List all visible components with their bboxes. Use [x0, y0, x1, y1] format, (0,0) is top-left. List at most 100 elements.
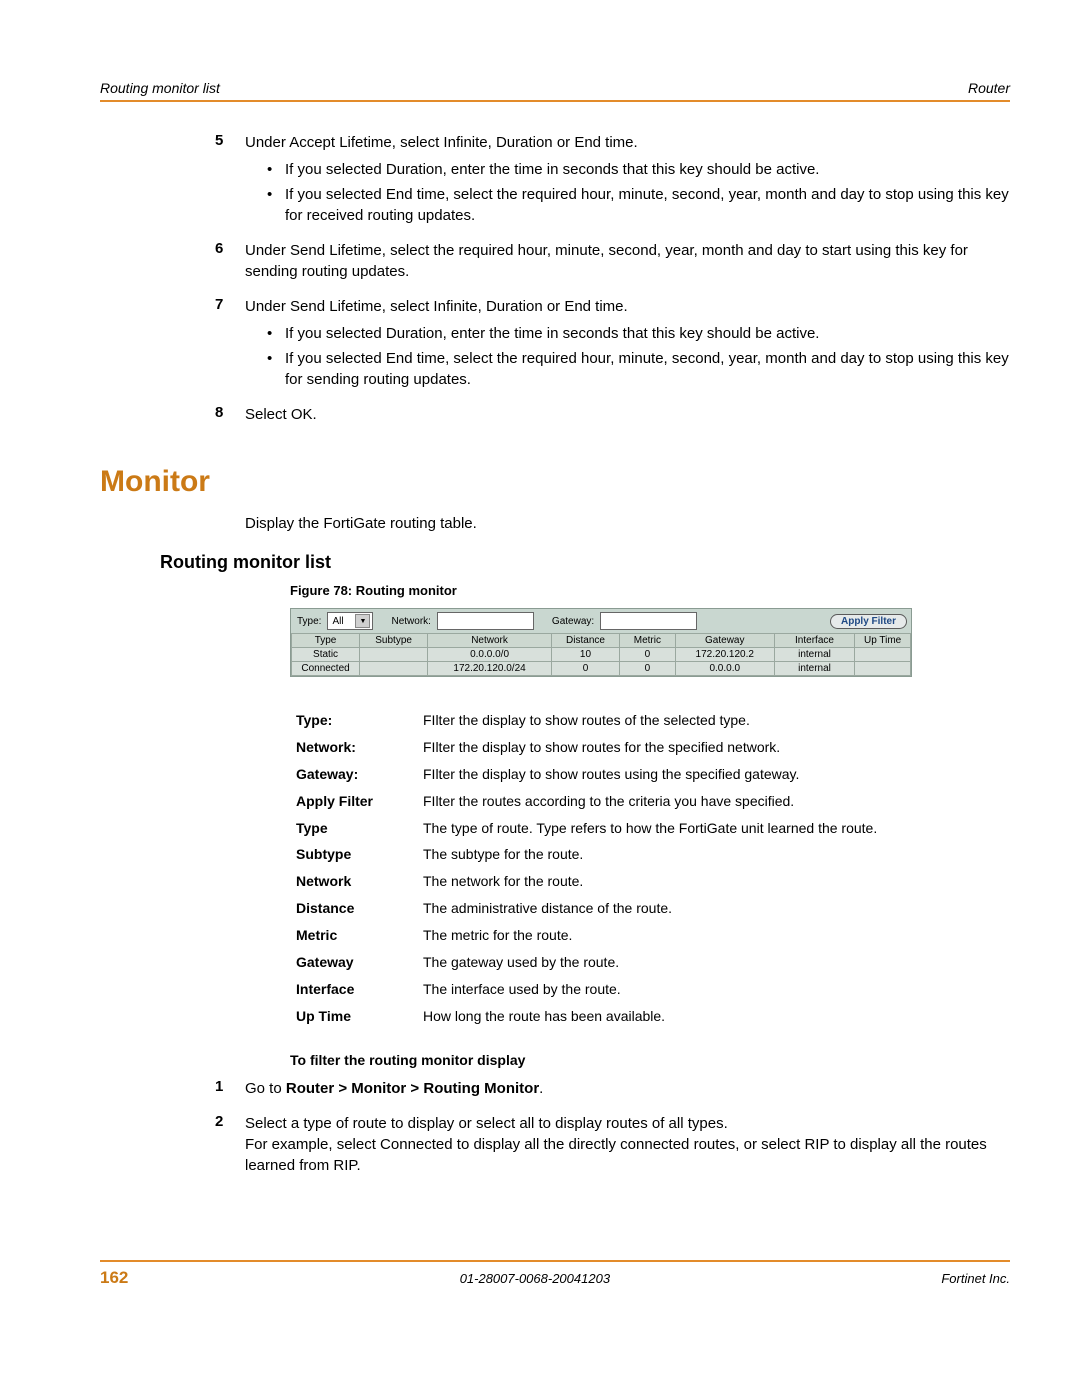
table-header-cell: Network	[428, 634, 552, 648]
definition-row: DistanceThe administrative distance of t…	[290, 895, 990, 922]
definition-description: The type of route. Type refers to how th…	[417, 815, 990, 842]
table-cell: 0.0.0.0	[675, 662, 774, 676]
subheading-routing-monitor-list: Routing monitor list	[160, 552, 1010, 573]
page-footer: 162 01-28007-0068-20041203 Fortinet Inc.	[100, 1262, 1010, 1288]
filter-gateway-label: Gateway:	[550, 616, 596, 627]
chevron-down-icon: ▼	[355, 614, 370, 628]
definition-row: TypeThe type of route. Type refers to ho…	[290, 815, 990, 842]
page-header: Routing monitor list Router	[100, 80, 1010, 96]
definition-term: Apply Filter	[290, 788, 417, 815]
definition-term: Interface	[290, 976, 417, 1003]
definition-row: Type:FIlter the display to show routes o…	[290, 707, 990, 734]
definition-row: Gateway:FIlter the display to show route…	[290, 761, 990, 788]
bullet-list: If you selected Duration, enter the time…	[245, 159, 1010, 226]
filter-type-select[interactable]: All ▼	[327, 612, 373, 630]
table-cell	[855, 648, 911, 662]
bullet-item: If you selected End time, select the req…	[267, 184, 1010, 226]
table-header-cell: Up Time	[855, 634, 911, 648]
definition-description: The administrative distance of the route…	[417, 895, 990, 922]
definition-description: How long the route has been available.	[417, 1003, 990, 1030]
definition-row: SubtypeThe subtype for the route.	[290, 841, 990, 868]
table-cell	[855, 662, 911, 676]
filter-gateway-input[interactable]	[600, 612, 697, 630]
step-text: Go to Router > Monitor > Routing Monitor…	[245, 1078, 1010, 1099]
step-text: Under Accept Lifetime, select Infinite, …	[245, 132, 1010, 153]
table-row: Static0.0.0.0/0100172.20.120.2internal	[292, 648, 911, 662]
filter-type-value: All	[332, 616, 343, 627]
step-number: 1	[215, 1078, 223, 1095]
filter-network-label: Network:	[389, 616, 432, 627]
table-cell: internal	[774, 648, 854, 662]
step-extra-text: For example, select Connected to display…	[245, 1134, 1010, 1176]
step-text: Select OK.	[245, 404, 1010, 425]
definition-description: FIlter the display to show routes for th…	[417, 734, 990, 761]
bullet-item: If you selected Duration, enter the time…	[267, 159, 1010, 180]
table-header-cell: Metric	[620, 634, 676, 648]
table-cell: 0	[620, 648, 676, 662]
definition-term: Distance	[290, 895, 417, 922]
header-right: Router	[968, 80, 1010, 96]
definition-row: Network:FIlter the display to show route…	[290, 734, 990, 761]
definition-term: Type:	[290, 707, 417, 734]
definition-term: Gateway:	[290, 761, 417, 788]
step-item: 8Select OK.	[245, 404, 1010, 425]
definition-row: GatewayThe gateway used by the route.	[290, 949, 990, 976]
procedure-step: 1Go to Router > Monitor > Routing Monito…	[245, 1078, 1010, 1099]
apply-filter-button[interactable]: Apply Filter	[830, 614, 907, 629]
table-cell: 172.20.120.2	[675, 648, 774, 662]
definition-row: NetworkThe network for the route.	[290, 868, 990, 895]
table-header-cell: Interface	[774, 634, 854, 648]
step-number: 6	[215, 240, 223, 257]
step-item: 5Under Accept Lifetime, select Infinite,…	[245, 132, 1010, 226]
step-number: 8	[215, 404, 223, 421]
step-number: 7	[215, 296, 223, 313]
definition-term: Network:	[290, 734, 417, 761]
table-row: Connected172.20.120.0/24000.0.0.0interna…	[292, 662, 911, 676]
definition-term: Metric	[290, 922, 417, 949]
table-cell: 0	[620, 662, 676, 676]
bullet-list: If you selected Duration, enter the time…	[245, 323, 1010, 390]
bullet-item: If you selected End time, select the req…	[267, 348, 1010, 390]
definition-description: FIlter the display to show routes of the…	[417, 707, 990, 734]
definition-description: FIlter the routes according to the crite…	[417, 788, 990, 815]
step-number: 2	[215, 1113, 223, 1130]
definition-description: The metric for the route.	[417, 922, 990, 949]
table-header-cell: Distance	[551, 634, 619, 648]
procedure-heading: To filter the routing monitor display	[290, 1052, 1010, 1068]
definition-description: The network for the route.	[417, 868, 990, 895]
filter-type-label: Type:	[295, 616, 323, 627]
definition-table: Type:FIlter the display to show routes o…	[290, 707, 990, 1030]
footer-company: Fortinet Inc.	[941, 1271, 1010, 1286]
definition-term: Gateway	[290, 949, 417, 976]
definition-term: Network	[290, 868, 417, 895]
header-rule	[100, 100, 1010, 102]
definition-row: Apply FilterFIlter the routes according …	[290, 788, 990, 815]
definition-description: The subtype for the route.	[417, 841, 990, 868]
routing-table: TypeSubtypeNetworkDistanceMetricGatewayI…	[291, 633, 911, 676]
table-cell: 172.20.120.0/24	[428, 662, 552, 676]
definition-term: Subtype	[290, 841, 417, 868]
filter-network-input[interactable]	[437, 612, 534, 630]
table-cell: Connected	[292, 662, 360, 676]
step-text: Under Send Lifetime, select Infinite, Du…	[245, 296, 1010, 317]
definition-row: InterfaceThe interface used by the route…	[290, 976, 990, 1003]
procedure-step: 2Select a type of route to display or se…	[245, 1113, 1010, 1176]
definition-description: FIlter the display to show routes using …	[417, 761, 990, 788]
table-cell: 0	[551, 662, 619, 676]
table-header-cell: Type	[292, 634, 360, 648]
step-number: 5	[215, 132, 223, 149]
table-cell: Static	[292, 648, 360, 662]
table-cell: 0.0.0.0/0	[428, 648, 552, 662]
step-text: Select a type of route to display or sel…	[245, 1113, 1010, 1134]
page-container: Routing monitor list Router 5Under Accep…	[0, 0, 1080, 1397]
definition-description: The gateway used by the route.	[417, 949, 990, 976]
definition-term: Up Time	[290, 1003, 417, 1030]
figure-routing-monitor: Type: All ▼ Network: Gateway: Apply Filt…	[290, 608, 912, 677]
definition-row: MetricThe metric for the route.	[290, 922, 990, 949]
bullet-item: If you selected Duration, enter the time…	[267, 323, 1010, 344]
step-text: Under Send Lifetime, select the required…	[245, 240, 1010, 282]
filter-bar: Type: All ▼ Network: Gateway: Apply Filt…	[291, 609, 911, 633]
footer-doc-id: 01-28007-0068-20041203	[460, 1271, 610, 1286]
table-header-cell: Subtype	[360, 634, 428, 648]
footer-page-number: 162	[100, 1268, 128, 1288]
